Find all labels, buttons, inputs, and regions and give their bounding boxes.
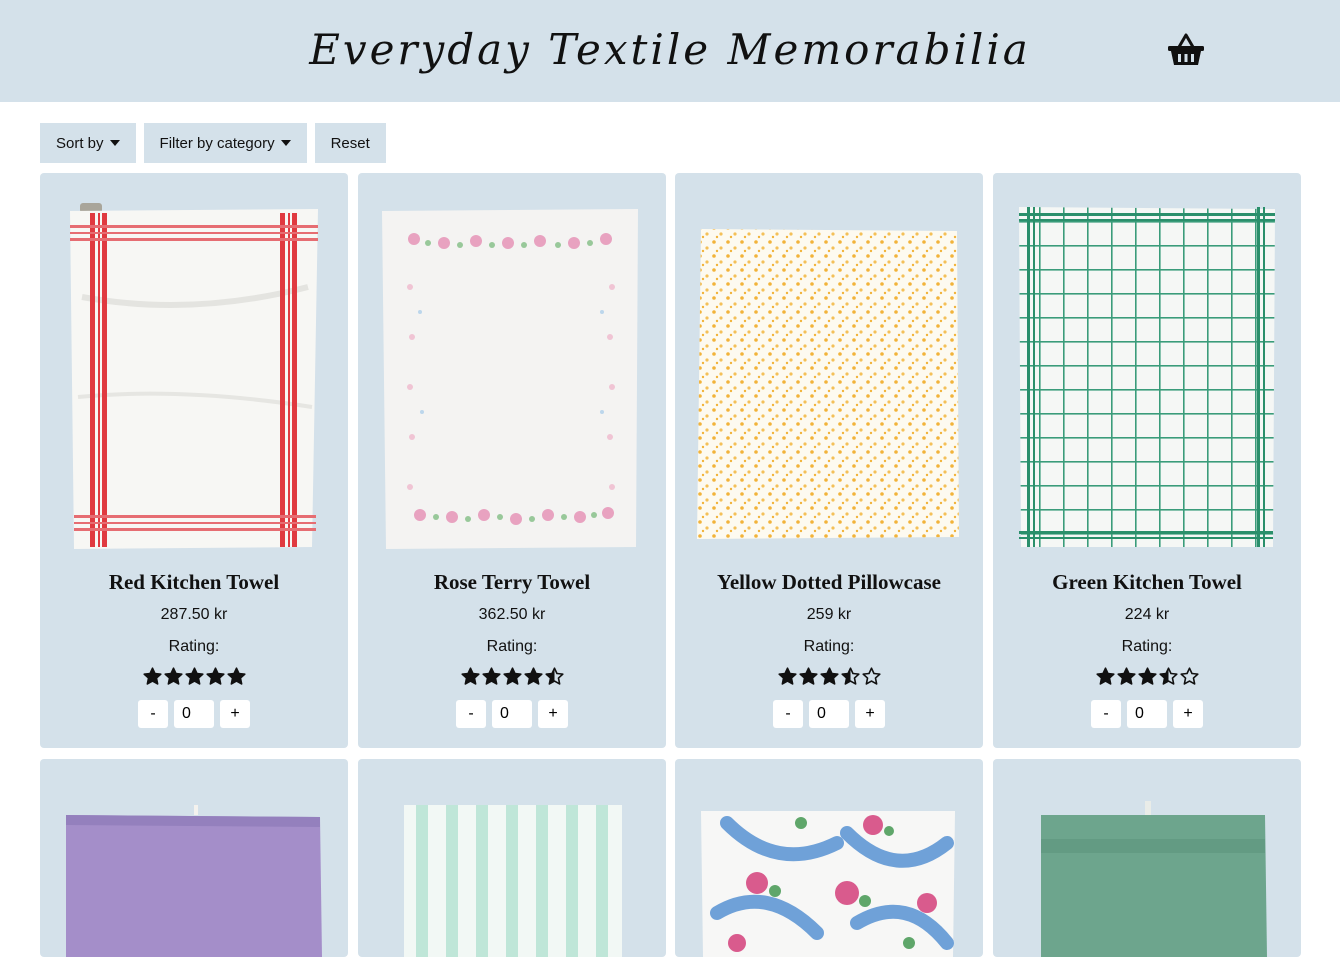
product-card bbox=[675, 759, 983, 957]
product-card bbox=[993, 759, 1301, 957]
caret-down-icon bbox=[280, 140, 291, 146]
quantity-stepper: - + bbox=[358, 700, 666, 728]
star-full-icon bbox=[502, 667, 522, 685]
star-full-icon bbox=[1095, 667, 1115, 685]
basket-icon[interactable] bbox=[1166, 30, 1206, 70]
star-empty-icon bbox=[861, 667, 881, 685]
red-striped-towel-icon[interactable] bbox=[62, 197, 326, 553]
decrease-button[interactable]: - bbox=[773, 700, 803, 728]
star-full-icon bbox=[798, 667, 818, 685]
star-full-icon bbox=[184, 667, 204, 685]
star-full-icon bbox=[819, 667, 839, 685]
quantity-input[interactable] bbox=[1127, 700, 1167, 728]
product-name[interactable]: Rose Terry Towel bbox=[358, 570, 666, 595]
mint-striped-towel-icon[interactable] bbox=[380, 783, 644, 957]
product-card: Rose Terry Towel 362.50 kr Rating: - + bbox=[358, 173, 666, 748]
star-full-icon bbox=[481, 667, 501, 685]
star-full-icon bbox=[777, 667, 797, 685]
star-rating bbox=[40, 667, 348, 689]
site-header: Everyday Textile Memorabilia bbox=[0, 0, 1340, 102]
rating-label: Rating: bbox=[1121, 638, 1173, 655]
star-full-icon bbox=[460, 667, 480, 685]
product-card: Yellow Dotted Pillowcase 259 kr Rating: … bbox=[675, 173, 983, 748]
product-price: 224 kr bbox=[1124, 606, 1170, 623]
star-full-icon bbox=[226, 667, 246, 685]
rose-border-towel-icon[interactable] bbox=[380, 197, 644, 553]
quantity-input[interactable] bbox=[809, 700, 849, 728]
sort-button[interactable]: Sort by bbox=[40, 123, 136, 163]
product-name[interactable]: Green Kitchen Towel bbox=[993, 570, 1301, 595]
star-full-icon bbox=[142, 667, 162, 685]
toolbar: Sort by Filter by category Reset bbox=[40, 123, 386, 163]
star-rating bbox=[675, 667, 983, 689]
product-price: 259 kr bbox=[806, 606, 852, 623]
sort-label: Sort by bbox=[56, 134, 104, 152]
decrease-button[interactable]: - bbox=[456, 700, 486, 728]
rating-label: Rating: bbox=[803, 638, 855, 655]
quantity-input[interactable] bbox=[174, 700, 214, 728]
star-full-icon bbox=[205, 667, 225, 685]
decrease-button[interactable]: - bbox=[1091, 700, 1121, 728]
product-price: 362.50 kr bbox=[478, 606, 546, 623]
caret-down-icon bbox=[109, 140, 120, 146]
star-full-icon bbox=[523, 667, 543, 685]
quantity-input[interactable] bbox=[492, 700, 532, 728]
purple-terry-towel-icon[interactable] bbox=[62, 783, 326, 957]
floral-print-cloth-icon[interactable] bbox=[697, 783, 961, 957]
star-half-icon bbox=[1158, 667, 1178, 685]
star-rating bbox=[993, 667, 1301, 689]
filter-label: Filter by category bbox=[159, 134, 275, 152]
star-empty-icon bbox=[1179, 667, 1199, 685]
product-name[interactable]: Red Kitchen Towel bbox=[40, 570, 348, 595]
product-card bbox=[358, 759, 666, 957]
increase-button[interactable]: + bbox=[538, 700, 568, 728]
star-full-icon bbox=[1137, 667, 1157, 685]
yellow-dotted-pillowcase-icon[interactable] bbox=[697, 197, 961, 553]
reset-button[interactable]: Reset bbox=[314, 123, 386, 163]
rating-label: Rating: bbox=[168, 638, 220, 655]
star-rating bbox=[358, 667, 666, 689]
star-full-icon bbox=[1116, 667, 1136, 685]
increase-button[interactable]: + bbox=[1173, 700, 1203, 728]
filter-button[interactable]: Filter by category bbox=[143, 123, 307, 163]
star-half-icon bbox=[544, 667, 564, 685]
increase-button[interactable]: + bbox=[855, 700, 885, 728]
rating-label: Rating: bbox=[486, 638, 538, 655]
product-price: 287.50 kr bbox=[160, 606, 228, 623]
increase-button[interactable]: + bbox=[220, 700, 250, 728]
product-name[interactable]: Yellow Dotted Pillowcase bbox=[675, 570, 983, 595]
quantity-stepper: - + bbox=[40, 700, 348, 728]
quantity-stepper: - + bbox=[993, 700, 1301, 728]
decrease-button[interactable]: - bbox=[138, 700, 168, 728]
star-full-icon bbox=[163, 667, 183, 685]
star-half-icon bbox=[840, 667, 860, 685]
green-check-towel-icon[interactable] bbox=[1015, 197, 1279, 553]
product-card bbox=[40, 759, 348, 957]
green-terry-towel-icon[interactable] bbox=[1015, 783, 1279, 957]
site-title: Everyday Textile Memorabilia bbox=[309, 25, 1031, 74]
product-card: Red Kitchen Towel 287.50 kr Rating: - + bbox=[40, 173, 348, 748]
quantity-stepper: - + bbox=[675, 700, 983, 728]
product-card: Green Kitchen Towel 224 kr Rating: - + bbox=[993, 173, 1301, 748]
